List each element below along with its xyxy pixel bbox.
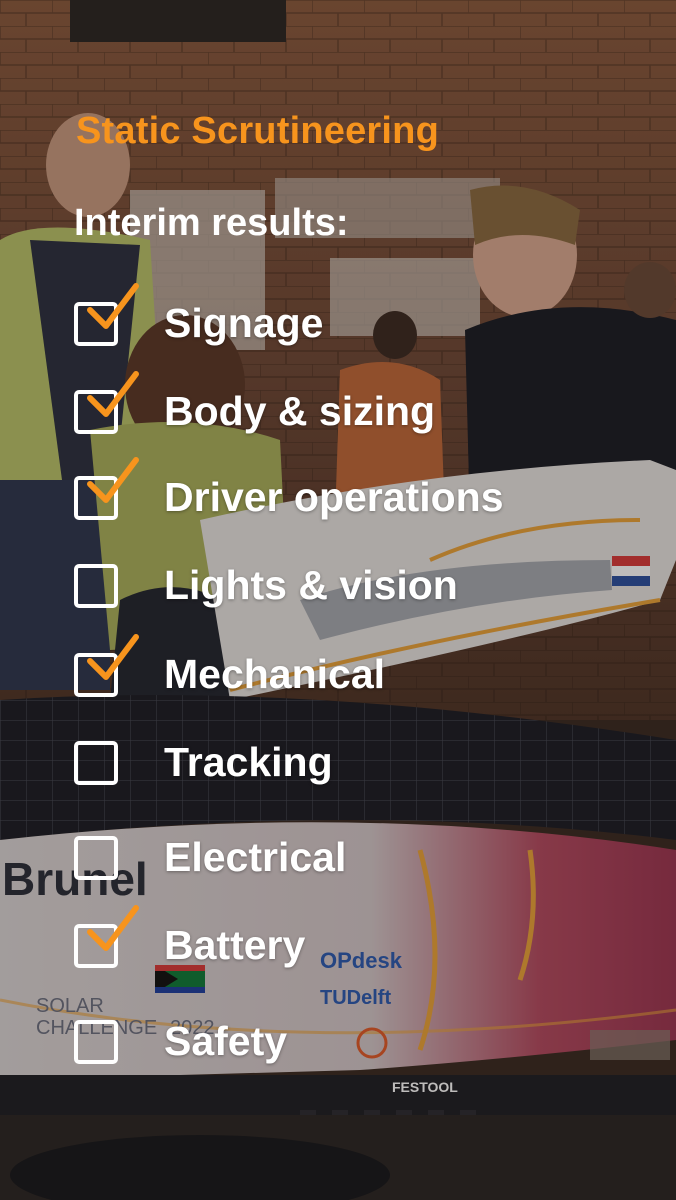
checklist-item[interactable]: Mechanical <box>74 634 634 707</box>
checkmark-icon <box>87 905 139 951</box>
checklist-item[interactable]: Lights & vision <box>74 558 634 618</box>
checklist-item-label: Signage <box>164 300 324 346</box>
checkbox-unchecked[interactable] <box>74 1020 118 1064</box>
subtitle: Interim results: <box>74 202 349 244</box>
checkbox-unchecked[interactable] <box>74 564 118 608</box>
checklist-item[interactable]: Battery <box>74 905 634 978</box>
checklist-item[interactable]: Electrical <box>74 830 634 890</box>
checkbox-unchecked[interactable] <box>74 741 118 785</box>
checklist-item-label: Mechanical <box>164 651 386 697</box>
checklist-item-label: Tracking <box>164 739 333 785</box>
checklist-item[interactable]: Body & sizing <box>74 371 634 444</box>
checkmark-icon <box>87 371 139 417</box>
checklist-item-label: Lights & vision <box>164 562 458 608</box>
checklist-item-label: Electrical <box>164 834 347 880</box>
checklist-item-label: Safety <box>164 1018 288 1064</box>
checkmark-icon <box>87 634 139 680</box>
graphic: Brunel SOLAR CHALLENGE 2022 TUDelft OPde… <box>0 0 676 1200</box>
checkmark-icon <box>87 283 139 329</box>
checklist-item[interactable]: Tracking <box>74 735 634 795</box>
checkmark-icon <box>87 457 139 503</box>
checklist-item-label: Driver operations <box>164 474 504 520</box>
checklist-item-label: Battery <box>164 922 306 968</box>
checklist-item-label: Body & sizing <box>164 388 436 434</box>
checklist-item[interactable]: Driver operations <box>74 457 634 530</box>
checklist-item[interactable]: Safety <box>74 1014 634 1074</box>
checkbox-unchecked[interactable] <box>74 836 118 880</box>
page-title: Static Scrutineering <box>76 110 439 152</box>
checklist-item[interactable]: Signage <box>74 283 634 356</box>
